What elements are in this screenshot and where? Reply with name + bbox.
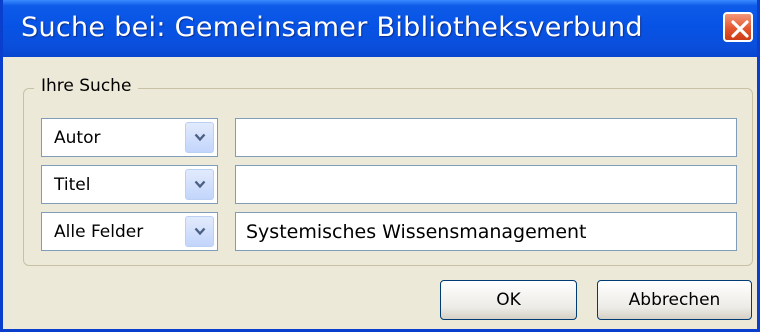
field-select-1[interactable]: Autor	[41, 118, 218, 157]
field-select-value: Titel	[54, 175, 91, 195]
chevron-down-icon	[194, 227, 206, 236]
search-input-2[interactable]	[235, 165, 737, 204]
chevron-down-icon	[194, 180, 206, 189]
field-select-2[interactable]: Titel	[41, 165, 218, 204]
window-title: Suche bei: Gemeinsamer Bibliotheksverbun…	[21, 12, 643, 43]
field-select-value: Autor	[54, 128, 101, 148]
chevron-down-icon	[194, 133, 206, 142]
field-select-3[interactable]: Alle Felder	[41, 212, 218, 251]
close-icon	[731, 20, 749, 38]
dropdown-button[interactable]	[185, 216, 214, 247]
title-bar[interactable]: Suche bei: Gemeinsamer Bibliotheksverbun…	[3, 0, 757, 57]
cancel-button[interactable]: Abbrechen	[597, 280, 752, 320]
field-select-value: Alle Felder	[54, 222, 144, 242]
search-input-3[interactable]: Systemisches Wissensmanagement	[235, 212, 737, 251]
search-input-1[interactable]	[235, 118, 737, 157]
ok-button[interactable]: OK	[440, 280, 577, 320]
search-input-value: Systemisches Wissensmanagement	[246, 221, 587, 243]
groupbox-legend: Ihre Suche	[34, 76, 139, 96]
close-button[interactable]	[723, 12, 753, 42]
dropdown-button[interactable]	[185, 122, 214, 153]
dropdown-button[interactable]	[185, 169, 214, 200]
